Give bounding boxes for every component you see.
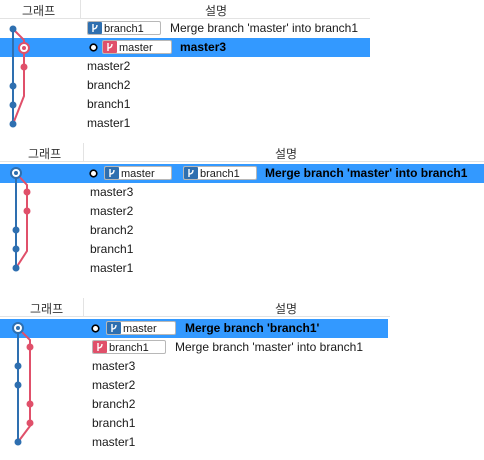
- commit-graph: [12, 322, 34, 446]
- column-separator[interactable]: [83, 143, 84, 161]
- branch-tag[interactable]: master: [106, 321, 176, 335]
- head-indicator-icon: [89, 169, 98, 178]
- commit-row[interactable]: branch1 Merge branch 'master' into branc…: [0, 338, 388, 357]
- commit-row[interactable]: branch2: [0, 221, 484, 240]
- commit-message: branch1: [90, 242, 134, 256]
- column-separator[interactable]: [80, 0, 81, 18]
- commit-message: master3: [180, 40, 227, 54]
- column-separator[interactable]: [83, 298, 84, 316]
- commit-row[interactable]: branch1: [0, 414, 388, 433]
- commit-row[interactable]: branch1 Merge branch 'master' into branc…: [0, 19, 370, 38]
- commit-graph: [9, 25, 30, 128]
- commit-row-selected[interactable]: master branch1 Merge branch 'master' int…: [0, 164, 484, 183]
- commit-message: Merge branch 'master' into branch1: [265, 166, 468, 180]
- branch-icon: [88, 22, 102, 34]
- branch-icon: [105, 167, 119, 179]
- branch-tag[interactable]: master: [102, 40, 172, 54]
- commit-message: master3: [92, 359, 136, 373]
- commit-message: Merge branch 'master' into branch1: [170, 21, 359, 35]
- commit-message: master2: [90, 204, 134, 218]
- commit-row[interactable]: master3: [0, 357, 388, 376]
- commit-row[interactable]: branch1: [0, 240, 484, 259]
- column-header: 그래프 설명: [0, 143, 484, 162]
- commit-row[interactable]: master1: [0, 259, 484, 278]
- branch-tag[interactable]: master: [104, 166, 172, 180]
- commit-row[interactable]: master2: [0, 57, 370, 76]
- commit-message: branch1: [87, 97, 131, 111]
- commit-row[interactable]: branch1: [0, 95, 370, 114]
- commit-message: master1: [87, 116, 131, 130]
- commit-row[interactable]: branch2: [0, 76, 370, 95]
- commit-message: branch2: [90, 223, 134, 237]
- commit-message: master3: [90, 185, 134, 199]
- branch-icon: [93, 341, 107, 353]
- branch-icon: [107, 322, 121, 334]
- commit-graph-panel-1: 그래프 설명 branch1 Merge branch 'master' int…: [0, 0, 370, 138]
- branch-icon: [184, 167, 198, 179]
- branch-tag[interactable]: branch1: [87, 21, 161, 35]
- commit-message: master2: [92, 378, 136, 392]
- commit-row[interactable]: master3: [0, 183, 484, 202]
- commit-row-selected[interactable]: master master3: [0, 38, 370, 57]
- commit-message: master1: [92, 435, 136, 449]
- commit-message: Merge branch 'branch1': [185, 321, 320, 335]
- head-indicator-icon: [89, 43, 98, 52]
- description-column-header[interactable]: 설명: [275, 145, 297, 162]
- commit-message: branch2: [92, 397, 136, 411]
- column-header: 그래프 설명: [0, 0, 370, 19]
- description-column-header[interactable]: 설명: [275, 300, 297, 317]
- commit-row-selected[interactable]: master Merge branch 'branch1': [0, 319, 388, 338]
- commit-message: branch1: [92, 416, 136, 430]
- commit-row[interactable]: branch2: [0, 395, 388, 414]
- commit-row[interactable]: master1: [0, 114, 370, 133]
- commit-graph: [10, 167, 31, 272]
- commit-row[interactable]: master1: [0, 433, 388, 452]
- commit-graph-panel-2: 그래프 설명 master branch1 Merge branch 'mast…: [0, 143, 484, 280]
- description-column-header[interactable]: 설명: [205, 2, 227, 19]
- commit-message: master1: [90, 261, 134, 275]
- branch-tag[interactable]: branch1: [92, 340, 166, 354]
- column-header: 그래프 설명: [0, 298, 390, 317]
- commit-message: master2: [87, 59, 131, 73]
- head-indicator-icon: [91, 324, 100, 333]
- branch-icon: [103, 41, 117, 53]
- commit-message: Merge branch 'master' into branch1: [175, 340, 364, 354]
- commit-row[interactable]: master2: [0, 376, 388, 395]
- commit-row[interactable]: master2: [0, 202, 484, 221]
- commit-message: branch2: [87, 78, 131, 92]
- commit-graph-panel-3: 그래프 설명 master Merge branch 'branch1' bra…: [0, 298, 390, 458]
- branch-tag[interactable]: branch1: [183, 166, 257, 180]
